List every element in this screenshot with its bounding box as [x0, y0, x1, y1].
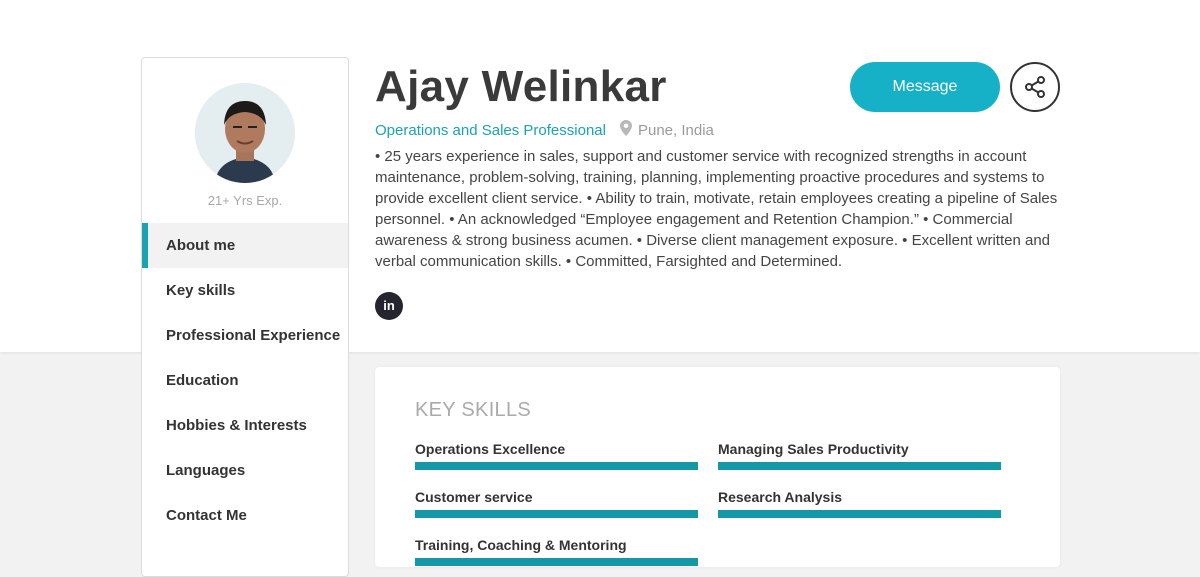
skill-bar [415, 510, 698, 518]
profile-name: Ajay Welinkar [375, 62, 667, 111]
profile-sidebar: 21+ Yrs Exp. About me Key skills Profess… [141, 57, 349, 577]
skill-label: Operations Excellence [415, 441, 566, 457]
avatar-photo [195, 83, 295, 183]
nav-item-hobbies-interests[interactable]: Hobbies & Interests [142, 403, 348, 448]
skill-bar [415, 462, 698, 470]
skill-item: Managing Sales Productivity [718, 441, 1001, 470]
key-skills-card: KEY SKILLS Operations Excellence Managin… [375, 367, 1060, 567]
nav-item-key-skills[interactable]: Key skills [142, 268, 348, 313]
skill-item: Customer service [415, 489, 698, 518]
skill-label: Training, Coaching & Mentoring [415, 537, 627, 553]
skill-item: Operations Excellence [415, 441, 698, 470]
skill-label: Customer service [415, 489, 533, 505]
nav-item-about-me[interactable]: About me [142, 223, 348, 268]
skill-item: Training, Coaching & Mentoring [415, 537, 698, 566]
avatar [195, 83, 295, 183]
profile-title: Operations and Sales Professional [375, 121, 606, 139]
skill-label: Research Analysis [718, 489, 842, 505]
profile-bio: • 25 years experience in sales, support … [375, 148, 1058, 270]
skill-label: Managing Sales Productivity [718, 441, 909, 457]
skill-bar [718, 462, 1001, 470]
skill-bar [718, 510, 1001, 518]
location-pin-icon [619, 120, 632, 140]
profile-location: Pune, India [637, 121, 714, 139]
linkedin-icon[interactable]: in [375, 292, 403, 320]
message-button[interactable]: Message [850, 62, 1000, 112]
skill-item: Research Analysis [718, 489, 1001, 518]
experience-years: 21+ Yrs Exp. [207, 193, 283, 208]
skill-bar [415, 558, 698, 566]
nav-item-professional-experience[interactable]: Professional Experience [142, 313, 348, 358]
nav-item-languages[interactable]: Languages [142, 448, 348, 493]
key-skills-heading: KEY SKILLS [415, 399, 532, 421]
profile-subline: Operations and Sales Professional Pune, … [375, 120, 714, 140]
nav-item-education[interactable]: Education [142, 358, 348, 403]
nav-item-contact-me[interactable]: Contact Me [142, 493, 348, 538]
share-button[interactable] [1010, 62, 1060, 112]
profile-nav: About me Key skills Professional Experie… [142, 223, 348, 538]
share-icon [1025, 76, 1045, 98]
